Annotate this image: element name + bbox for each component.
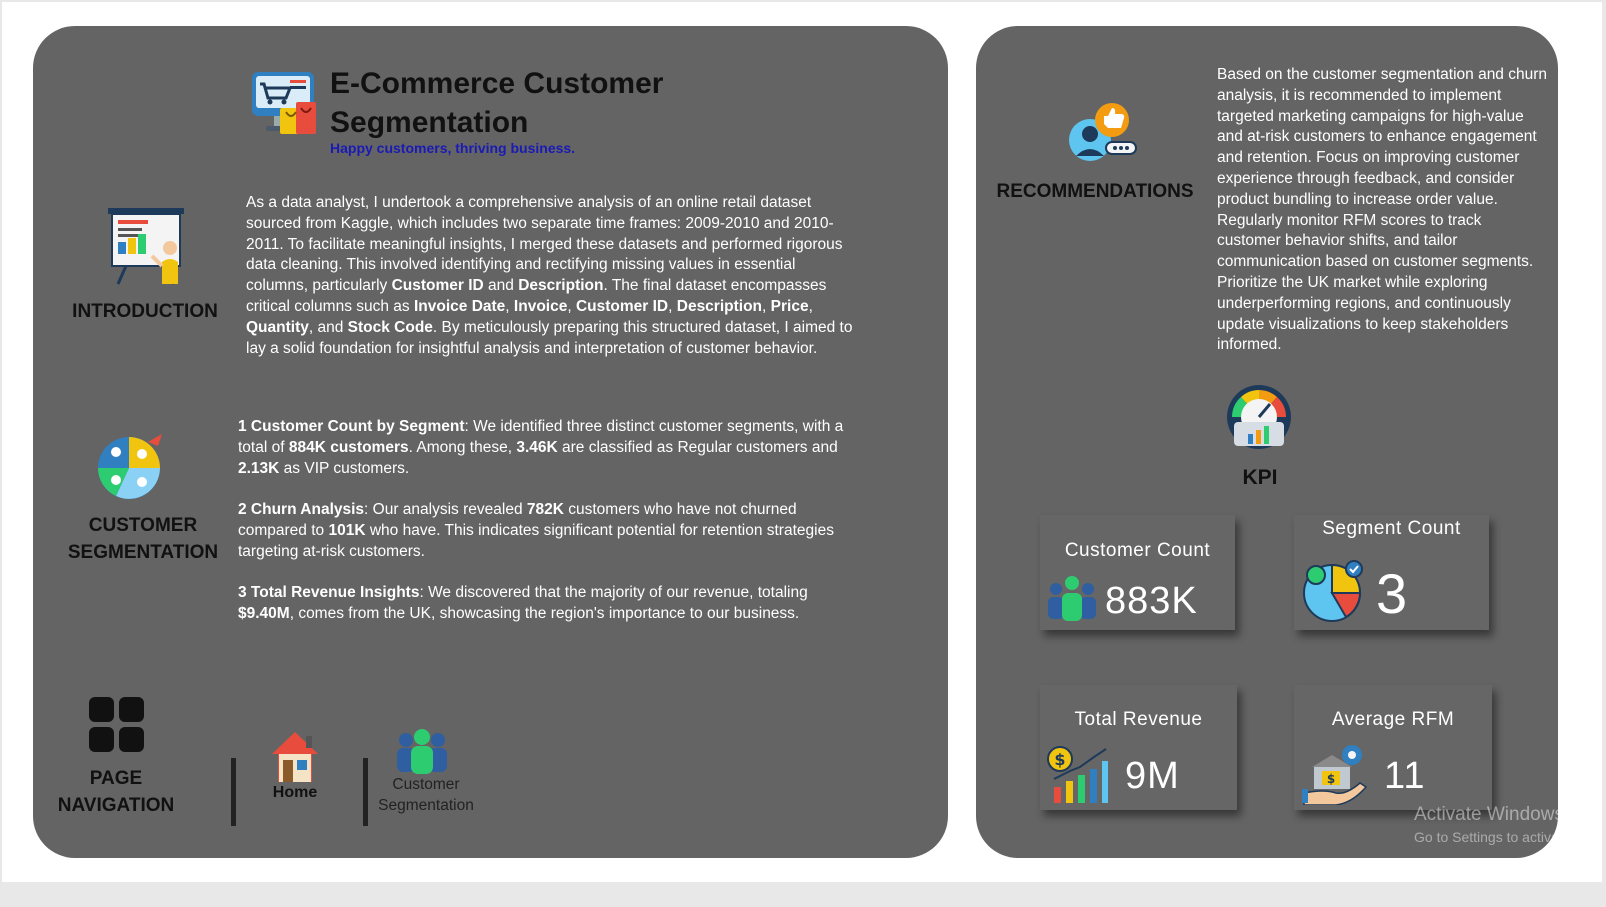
nav-divider (231, 758, 236, 826)
recommendations-text: Based on the customer segmentation and c… (1217, 66, 1548, 354)
presentation-icon (108, 208, 184, 285)
kpi-gauge-icon (1227, 385, 1291, 449)
grid-icon (89, 697, 144, 752)
customer-segmentation-nav-button[interactable]: Customer Segmentation (370, 728, 482, 818)
home-icon (272, 732, 318, 782)
people-icon (1048, 576, 1096, 621)
svg-text:$: $ (1054, 750, 1065, 769)
customer-count-title: Customer Count (1064, 540, 1211, 561)
ecommerce-cart-icon (252, 72, 316, 134)
activate-windows-watermark: Activate Windows (1414, 804, 1564, 825)
page-title: E-Commerce Customer Segmentation (330, 67, 664, 139)
activate-windows-hint: Go to Settings to activate Windows. (1414, 829, 1600, 845)
people-group-icon (397, 729, 447, 774)
customer-count-value: 883K (1105, 580, 1198, 622)
revenue-chart-icon: $ (1047, 746, 1108, 803)
total-revenue-card: Total Revenue $ 9M (1040, 685, 1237, 810)
recommendations-label: RECOMMENDATIONS (996, 181, 1194, 202)
segmentation-pie-icon (98, 434, 162, 499)
total-revenue-value: 9M (1125, 755, 1180, 797)
total-revenue-title: Total Revenue (1074, 709, 1203, 730)
svg-text:$: $ (1327, 772, 1335, 786)
recommendation-icon (1069, 103, 1137, 161)
average-rfm-card: Average RFM $ 11 (1294, 685, 1492, 810)
home-nav-label: Home (272, 784, 318, 801)
home-nav-button[interactable]: Home (262, 730, 328, 805)
pie-chart-icon (1303, 560, 1363, 622)
page-tagline: Happy customers, thriving business. (330, 140, 576, 156)
page-navigation-label: PAGE NAVIGATION (57, 768, 175, 816)
segmentation-point-3: 3 Total Revenue Insights: We discovered … (238, 584, 808, 622)
kpi-label: KPI (1242, 466, 1278, 489)
bank-hand-icon: $ (1302, 745, 1368, 805)
nav-divider (363, 758, 368, 826)
segment-count-value: 3 (1376, 562, 1409, 625)
introduction-text: As a data analyst, I undertook a compreh… (246, 194, 853, 357)
customer-count-card: Customer Count 883K (1040, 515, 1235, 630)
customer-segmentation-nav-label: Customer Segmentation (378, 776, 474, 814)
segmentation-label: CUSTOMER SEGMENTATION (67, 515, 219, 563)
segment-count-card: Segment Count 3 (1294, 515, 1489, 630)
segment-count-title: Segment Count (1322, 518, 1461, 539)
average-rfm-title: Average RFM (1331, 709, 1455, 730)
average-rfm-value: 11 (1384, 755, 1426, 797)
segmentation-point-2: 2 Churn Analysis: Our analysis revealed … (238, 501, 834, 560)
segmentation-point-1: 1 Customer Count by Segment: We identifi… (238, 418, 844, 477)
introduction-label: INTRODUCTION (72, 301, 218, 322)
